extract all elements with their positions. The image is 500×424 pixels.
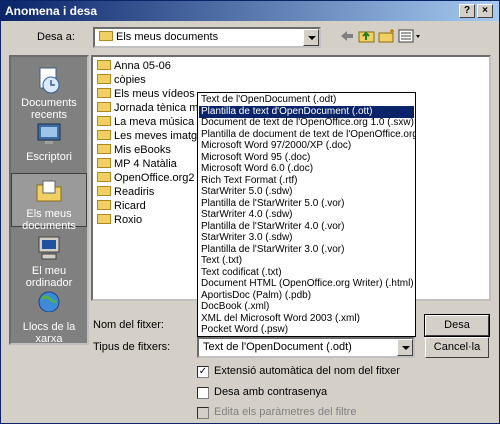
place-label: El meu ordinador — [25, 265, 73, 289]
edit-filter-settings-checkbox — [197, 407, 209, 419]
filetype-option[interactable]: Document HTML (OpenOffice.org Writer) (.… — [199, 278, 414, 290]
filename-label: Nom del fitxer: — [93, 319, 164, 331]
place-label: Documents recents — [21, 97, 77, 121]
title-bar[interactable]: Anomena i desa ? × — [1, 1, 499, 21]
save-in-label: Desa a: — [37, 31, 75, 43]
filetype-label: Tipus de fitxers: — [93, 341, 171, 353]
view-menu-icon[interactable] — [397, 28, 423, 48]
file-name: La meva música — [114, 116, 195, 128]
help-button[interactable]: ? — [459, 4, 475, 18]
save-with-password-label: Desa amb contrasenya — [214, 386, 328, 398]
place-label: Escriptori — [26, 151, 72, 163]
folder-icon — [97, 172, 111, 182]
folder-icon — [97, 102, 111, 112]
filetype-option[interactable]: Plantilla de l'StarWriter 4.0 (.vor) — [199, 221, 414, 233]
place-label: Els meus documents — [22, 208, 76, 232]
my-documents-icon — [36, 180, 62, 202]
filetype-option[interactable]: Plantilla de text d'OpenDocument (.ott) — [198, 104, 415, 119]
folder-icon — [97, 214, 111, 224]
folder-icon — [97, 186, 111, 196]
auto-extension-checkbox[interactable]: ✓ — [197, 366, 209, 378]
cancel-button[interactable]: Cancel·la — [425, 337, 489, 358]
filetype-option[interactable]: StarWriter 3.0 (.sdw) — [199, 232, 414, 244]
filetype-option[interactable]: Pocket Word (.psw) — [199, 324, 414, 336]
desktop-icon — [37, 123, 61, 144]
filetype-option[interactable]: AportisDoc (Palm) (.pdb) — [199, 290, 414, 302]
filetype-option[interactable]: StarWriter 4.0 (.sdw) — [199, 209, 414, 221]
filetype-value: Text de l'OpenDocument (.odt) — [203, 341, 352, 353]
my-computer-icon — [38, 236, 60, 260]
filetype-combo[interactable]: Text de l'OpenDocument (.odt) — [197, 337, 415, 358]
edit-filter-settings-label: Edita els paràmetres del filtre — [214, 406, 357, 418]
filetype-option[interactable]: Microsoft Word 97/2000/XP (.doc) — [199, 140, 414, 152]
close-button[interactable]: × — [477, 4, 493, 18]
save-in-combo[interactable]: Els meus documents — [93, 27, 321, 48]
network-places-icon — [38, 291, 60, 316]
filetype-option[interactable]: Plantilla de l'StarWriter 3.0 (.vor) — [199, 244, 414, 256]
file-name: Els meus vídeos — [114, 88, 195, 100]
place-my-computer[interactable]: El meu ordinador — [11, 233, 87, 289]
filetype-option[interactable]: Text (.txt) — [199, 255, 414, 267]
up-folder-icon[interactable] — [357, 28, 377, 48]
filetype-option[interactable]: Microsoft Word 6.0 (.doc) — [199, 163, 414, 175]
recent-documents-icon — [39, 67, 60, 94]
folder-icon — [97, 130, 111, 140]
new-folder-icon[interactable] — [377, 28, 397, 48]
file-name: Les meves imatges — [114, 130, 209, 142]
folder-icon — [97, 116, 111, 126]
filetype-option[interactable]: StarWriter 5.0 (.sdw) — [199, 186, 414, 198]
file-name: còpies — [114, 74, 146, 86]
save-button[interactable]: Desa — [424, 314, 490, 337]
filetype-dropdown-list[interactable]: Text de l'OpenDocument (.odt) Plantilla d… — [197, 92, 416, 337]
window-title: Anomena i desa — [5, 4, 98, 18]
place-my-documents[interactable]: Els meus documents — [11, 173, 87, 232]
filetype-option[interactable]: Plantilla de l'StarWriter 5.0 (.vor) — [199, 198, 414, 210]
filetype-dropdown-button[interactable] — [397, 339, 413, 356]
filetype-option[interactable]: DocBook (.xml) — [199, 301, 414, 313]
list-item[interactable]: Roxio — [97, 212, 142, 228]
file-name: Mis eBooks — [114, 144, 171, 156]
save-as-dialog: Anomena i desa ? × Desa a: Els meus docu… — [0, 0, 500, 424]
folder-icon — [97, 74, 111, 84]
folder-icon — [97, 200, 111, 210]
save-in-dropdown-button[interactable] — [303, 29, 319, 46]
file-name: MP 4 Natàlia — [114, 158, 177, 170]
file-name: Ricard — [114, 200, 146, 212]
filetype-option[interactable]: Rich Text Format (.rtf) — [199, 175, 414, 187]
filetype-option[interactable]: Text codificat (.txt) — [199, 267, 414, 279]
save-in-value: Els meus documents — [116, 31, 219, 43]
folder-icon — [97, 60, 111, 70]
filetype-option[interactable]: Plantilla de document de text de l'OpenO… — [199, 129, 415, 141]
places-bar: Documents recents Escriptori Els meus do… — [9, 55, 89, 345]
filetype-option[interactable]: Microsoft Word 95 (.doc) — [199, 152, 414, 164]
place-network-places[interactable]: Llocs de la xarxa — [11, 289, 87, 345]
folder-icon — [97, 158, 111, 168]
filetype-option[interactable]: XML del Microsoft Word 2003 (.xml) — [199, 313, 414, 325]
place-label: Llocs de la xarxa — [22, 321, 76, 345]
filetype-option[interactable]: Document de text de l'OpenOffice.org 1.0… — [199, 117, 414, 129]
back-arrow-icon[interactable] — [337, 28, 357, 48]
save-with-password-checkbox[interactable] — [197, 387, 209, 399]
auto-extension-label: Extensió automàtica del nom del fitxer — [214, 365, 400, 377]
folder-icon — [99, 31, 113, 41]
file-name: Readiris — [114, 186, 155, 198]
file-name: OpenOffice.org2 — [114, 172, 195, 184]
filetype-option[interactable]: Text de l'OpenDocument (.odt) — [199, 94, 414, 106]
file-name: Roxio — [114, 214, 143, 226]
file-name: Anna 05-06 — [114, 60, 171, 72]
place-recent-documents[interactable]: Documents recents — [11, 65, 87, 121]
folder-icon — [97, 144, 111, 154]
place-desktop[interactable]: Escriptori — [11, 119, 87, 163]
folder-icon — [97, 88, 111, 98]
